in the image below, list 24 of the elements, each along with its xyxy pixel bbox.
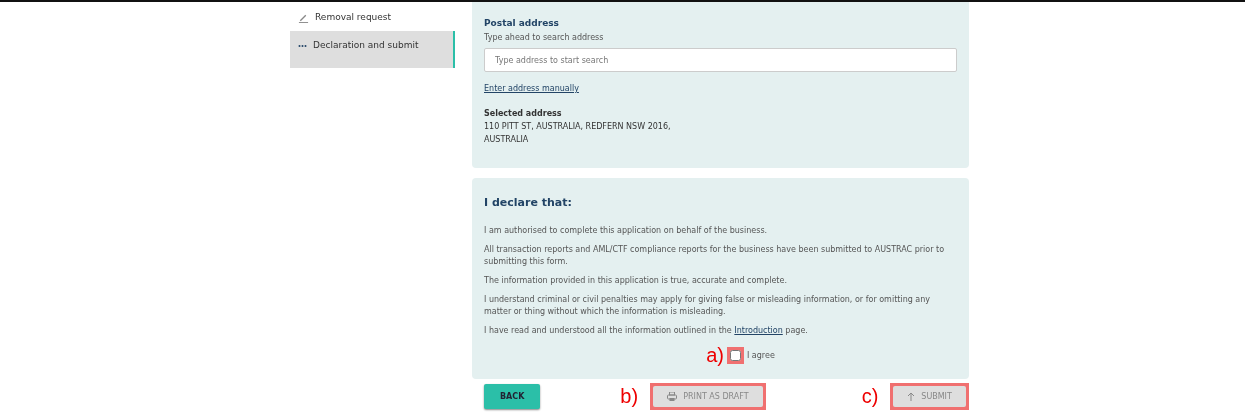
pencil-icon bbox=[298, 12, 309, 23]
annotation-label: b) bbox=[620, 385, 639, 408]
agree-label: I agree bbox=[746, 351, 775, 360]
declaration-statement: The information provided in this application is true, accurate and complete. bbox=[484, 275, 788, 287]
back-button[interactable]: BACK bbox=[484, 384, 541, 409]
declaration-statement: I have read and understood all the information outlined in the Introduction page. bbox=[484, 325, 809, 337]
sidebar-item[interactable]: Removal request bbox=[290, 10, 455, 25]
declaration-statement: All transaction reports and AML/CTF compliance reports for the business have been submitted to AUSTRAC prior to submitting this form. bbox=[484, 244, 946, 268]
manual-address-link[interactable]: Enter address manually bbox=[484, 84, 579, 93]
hint-text: Type ahead to search address bbox=[484, 33, 605, 42]
arrow-up-icon bbox=[907, 392, 916, 401]
declaration-statement: I understand criminal or civil penalties may apply for giving false or misleading information, or for omitting any matter or thing without which the information is misleading. bbox=[484, 294, 932, 318]
section-heading: Postal address bbox=[484, 18, 560, 28]
introduction-link[interactable]: Introduction bbox=[734, 325, 783, 337]
sidebar-item[interactable]: Declaration and submit bbox=[290, 31, 455, 68]
annotation-label: a) bbox=[706, 344, 724, 367]
address-line: AUSTRALIA bbox=[484, 135, 530, 144]
declaration-heading: I declare that: bbox=[484, 196, 573, 209]
annotation-label: c) bbox=[861, 385, 879, 408]
address-line: 110 PITT ST, AUSTRALIA, REDFERN NSW 2016, bbox=[484, 122, 672, 131]
declaration-statement: I am authorised to complete this application on behalf of the business. bbox=[484, 225, 769, 237]
printer-icon bbox=[667, 392, 678, 401]
selected-address-label: Selected address bbox=[484, 109, 563, 118]
address-search-field[interactable]: Type address to start search bbox=[484, 48, 957, 72]
